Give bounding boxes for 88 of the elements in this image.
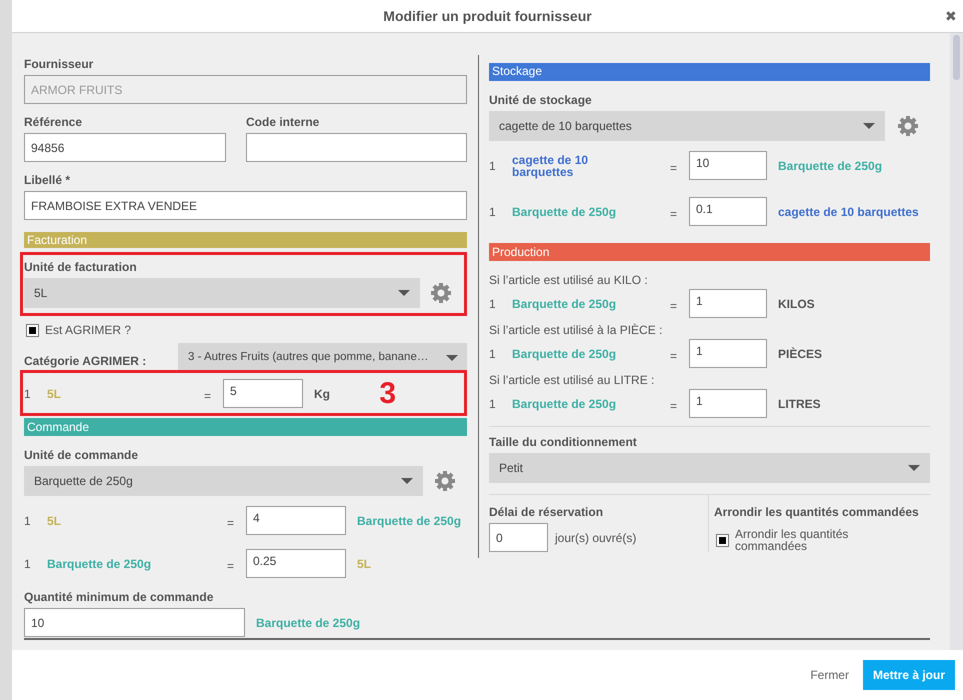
section-header: Stockage <box>489 63 930 81</box>
package-size-dropdown[interactable]: Petit <box>489 453 930 483</box>
conversion-field[interactable]: 5 <box>223 379 303 408</box>
unit-text: Barquette de 250g <box>512 298 618 310</box>
conversion-field[interactable]: 10 <box>689 151 767 180</box>
caret-icon <box>398 290 410 296</box>
field-label: Unité de facturation <box>24 260 137 275</box>
field-label: Unité de commande <box>24 448 138 463</box>
field-label: Code interne <box>246 115 320 130</box>
section-header: Production <box>489 243 930 261</box>
caret-icon <box>401 478 413 484</box>
field-label: Libellé * <box>24 173 70 188</box>
section-header: Commande <box>24 418 467 436</box>
unit-text: KILOS <box>778 296 815 312</box>
unit-text: Barquette de 250g <box>47 558 152 570</box>
storage-unit-dropdown[interactable]: cagette de 10 barquettes <box>489 111 885 141</box>
caret-icon <box>908 465 920 471</box>
unit-text: cagette de 10 barquettes <box>778 204 919 220</box>
conversion-field[interactable]: 1 <box>689 389 767 418</box>
annotation-number: 3 <box>379 378 396 408</box>
close-icon[interactable]: ✖ <box>945 8 957 24</box>
checkbox[interactable] <box>716 534 729 546</box>
equals-sign: = <box>227 558 236 574</box>
checkbox-label: Est AGRIMER ? <box>45 322 132 339</box>
unit-text: jour(s) ouvré(s) <box>554 530 636 546</box>
settings-icon[interactable] <box>434 470 456 492</box>
caption-text: Si l’article est utilisé à la PIÈCE : <box>489 323 664 337</box>
close-button[interactable]: Fermer <box>810 666 849 684</box>
field-label: Unité de stockage <box>489 93 592 108</box>
settings-icon[interactable] <box>896 115 918 137</box>
field-label: Taille du conditionnement <box>489 435 637 450</box>
section-header: Facturation <box>24 232 467 248</box>
field-label: Délai de réservation <box>489 505 604 520</box>
field-label: Quantité minimum de commande <box>24 590 214 605</box>
unit-text: Barquette de 250g <box>512 206 618 218</box>
quantity-text: 1 <box>24 556 32 572</box>
checkbox[interactable] <box>26 324 39 336</box>
category-dropdown[interactable]: 3 - Autres Fruits (autres que pomme, banane… <box>178 343 467 373</box>
dialog-title: Modifier un produit fournisseur <box>383 6 592 26</box>
conversion-field[interactable]: 1 <box>689 289 767 318</box>
equals-sign: = <box>670 348 678 364</box>
unit-text: 5L <box>357 556 372 572</box>
name-field[interactable]: FRAMBOISE EXTRA VENDEE <box>24 191 467 220</box>
caption-text: Si l’article est utilisé au LITRE : <box>489 373 656 387</box>
quantity-text: 1 <box>489 296 497 312</box>
equals-sign: = <box>227 514 236 532</box>
equals-sign: = <box>204 388 212 404</box>
quantity-text: 1 <box>24 512 32 530</box>
field-label: Fournisseur <box>24 57 94 72</box>
field-label: Arrondir les quantités commandées <box>714 505 919 520</box>
quantity-text: 1 <box>489 158 497 174</box>
internal-code-field[interactable] <box>246 133 467 162</box>
quantity-text: 1 <box>489 204 497 220</box>
unit-text: cagette de 10 barquettes <box>512 154 590 178</box>
unit-text: 5L <box>47 388 62 400</box>
field-label: Catégorie AGRIMER : <box>24 354 148 368</box>
conversion-field[interactable]: 1 <box>689 339 767 368</box>
checkbox-label: Arrondir les quantités commandées <box>735 528 850 552</box>
billing-unit-dropdown[interactable]: 5L <box>24 278 420 308</box>
field-label: Référence <box>24 115 82 130</box>
reservation-field[interactable]: 0 <box>489 523 548 552</box>
equals-sign: = <box>670 298 678 314</box>
caret-icon <box>863 123 875 129</box>
settings-icon[interactable] <box>430 282 452 304</box>
reference-field[interactable]: 94856 <box>24 133 226 162</box>
conversion-field[interactable]: 0.25 <box>246 549 346 578</box>
equals-sign: = <box>670 160 678 176</box>
quantity-text: 1 <box>489 396 497 412</box>
unit-text: Barquette de 250g <box>512 398 618 410</box>
conversion-field[interactable]: 0.1 <box>689 197 767 226</box>
caption-text: Si l’article est utilisé au KILO : <box>489 273 649 287</box>
unit-text: Barquette de 250g <box>357 512 462 530</box>
unit-text: Barquette de 250g <box>256 614 360 632</box>
scrollbar[interactable] <box>950 33 963 650</box>
quantity-text: 1 <box>489 346 497 362</box>
conversion-field[interactable]: 4 <box>246 506 346 535</box>
equals-sign: = <box>670 206 678 222</box>
unit-text: Barquette de 250g <box>778 158 882 174</box>
unit-text: PIÈCES <box>778 346 822 362</box>
unit-text: Barquette de 250g <box>512 348 618 360</box>
equals-sign: = <box>670 398 678 414</box>
unit-text: Kg <box>314 386 330 402</box>
order-unit-dropdown[interactable]: Barquette de 250g <box>24 466 423 496</box>
minimum-quantity-field[interactable]: 10 <box>24 608 245 637</box>
unit-text: LITRES <box>778 396 821 412</box>
caret-icon <box>446 355 458 361</box>
quantity-text: 1 <box>24 386 32 402</box>
unit-text: 5L <box>47 514 62 526</box>
